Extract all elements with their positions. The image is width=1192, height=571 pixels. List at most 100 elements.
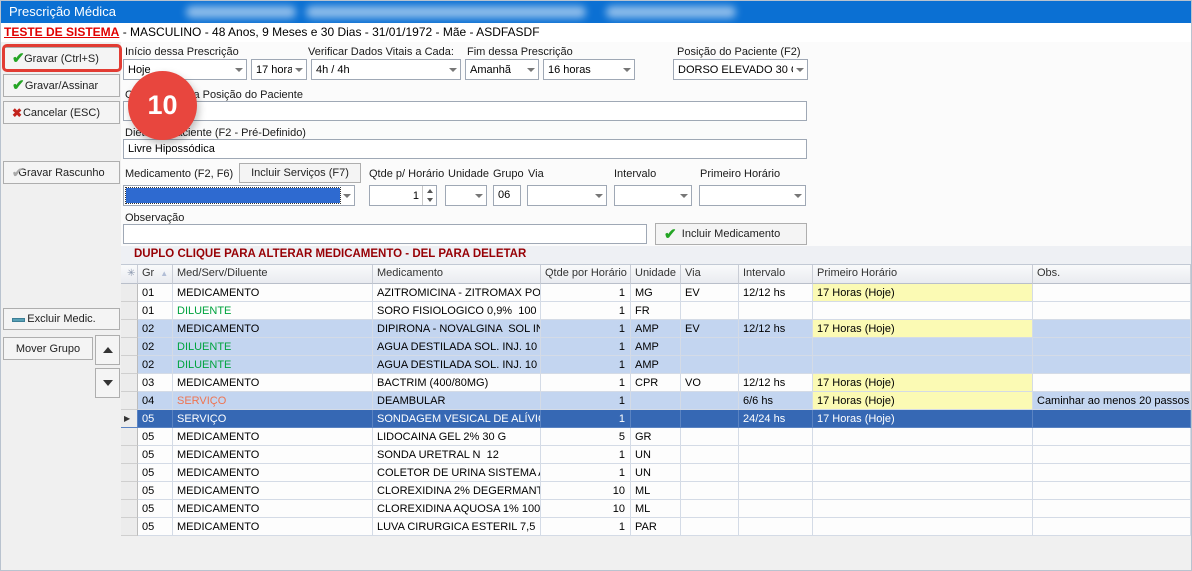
minus-icon (12, 318, 25, 322)
cell-medicamento: DIPIRONA - NOVALGINA SOL INJ 500 MG/ML 2 (373, 320, 541, 338)
table-row[interactable]: 05MEDICAMENTOCOLETOR DE URINA SISTEMA AB… (121, 464, 1191, 482)
cell-medicamento: LIDOCAINA GEL 2% 30 G (373, 428, 541, 446)
chevron-down-icon (620, 68, 634, 72)
fim-day-select[interactable]: Amanhã (465, 59, 539, 80)
cell-obs (1033, 446, 1191, 464)
cell-intervalo: 6/6 hs (739, 392, 813, 410)
cell-medicamento: AZITROMICINA - ZITROMAX PO INJ. 500 MG (373, 284, 541, 302)
qtde-stepper[interactable]: 1 (369, 185, 437, 206)
titlebar-blurred-text (606, 6, 736, 18)
cell-gr: 04 (138, 392, 173, 410)
table-row[interactable]: 02MEDICAMENTODIPIRONA - NOVALGINA SOL IN… (121, 320, 1191, 338)
column-header-unidade[interactable]: Unidade (631, 265, 681, 284)
check-icon: ✔ (12, 51, 25, 66)
fim-time-select[interactable]: 16 horas (543, 59, 635, 80)
incluir-medicamento-button[interactable]: ✔ Incluir Medicamento (655, 223, 807, 245)
column-header-qtde[interactable]: Qtde por Horário (541, 265, 631, 284)
cell-tipo: MEDICAMENTO (173, 284, 373, 302)
cell-medicamento: DEAMBULAR (373, 392, 541, 410)
cell-intervalo (739, 518, 813, 536)
move-group-up-button[interactable] (95, 335, 120, 365)
table-row[interactable]: 05MEDICAMENTOLIDOCAINA GEL 2% 30 G5GR (121, 428, 1191, 446)
column-header-medicamento[interactable]: Medicamento (373, 265, 541, 284)
cell-indicator (121, 482, 138, 500)
app-window: Prescrição Médica TESTE DE SISTEMA - MAS… (0, 0, 1192, 571)
save-sign-button[interactable]: ✔ Gravar/Assinar (3, 74, 120, 97)
medicamento-value (126, 188, 340, 203)
unidade-label: Unidade (448, 168, 489, 180)
vitais-select[interactable]: 4h / 4h (311, 59, 461, 80)
obs-posicao-input[interactable] (123, 101, 807, 121)
observacao-input[interactable] (123, 224, 647, 244)
cell-gr: 03 (138, 374, 173, 392)
posicao-select[interactable]: DORSO ELEVADO 30 G (673, 59, 808, 80)
save-button[interactable]: ✔ Gravar (Ctrl+S) (3, 47, 120, 70)
chevron-down-icon (677, 194, 691, 198)
table-row[interactable]: 05MEDICAMENTOSONDA URETRAL N 121UN (121, 446, 1191, 464)
cell-primeiro-horario: 17 Horas (Hoje) (813, 392, 1033, 410)
inicio-time-select[interactable]: 17 horas (251, 59, 307, 80)
cell-tipo: MEDICAMENTO (173, 464, 373, 482)
cell-medicamento: SORO FISIOLOGICO 0,9% 100 ML (373, 302, 541, 320)
incluir-servicos-button[interactable]: Incluir Serviços (F7) (239, 163, 361, 183)
move-group-button[interactable]: Mover Grupo (3, 337, 93, 360)
cell-via (681, 428, 739, 446)
table-row[interactable]: 02DILUENTEAGUA DESTILADA SOL. INJ. 10 ML… (121, 356, 1191, 374)
grid-header: ✳ Gr▲ Med/Serv/Diluente Medicamento Qtde… (121, 265, 1191, 284)
cell-unidade: AMP (631, 338, 681, 356)
cell-qtde: 1 (541, 446, 631, 464)
spin-down-icon[interactable] (423, 196, 436, 206)
cell-qtde: 1 (541, 284, 631, 302)
medicamento-label: Medicamento (F2, F6) (125, 168, 233, 180)
column-header-gr[interactable]: Gr▲ (138, 265, 173, 284)
cell-primeiro-horario (813, 356, 1033, 374)
chevron-down-icon (340, 194, 354, 198)
cell-intervalo (739, 446, 813, 464)
primeiro-horario-select[interactable] (699, 185, 806, 206)
chevron-down-icon (292, 68, 306, 72)
table-row[interactable]: 05MEDICAMENTOCLOREXIDINA 2% DEGERMANTE10… (121, 482, 1191, 500)
column-header-intervalo[interactable]: Intervalo (739, 265, 813, 284)
vitais-label: Verificar Dados Vitais a Cada: (308, 46, 454, 58)
cell-unidade: AMP (631, 356, 681, 374)
move-group-down-button[interactable] (95, 368, 120, 398)
column-header-via[interactable]: Via (681, 265, 739, 284)
cell-primeiro-horario (813, 338, 1033, 356)
table-row[interactable]: 03MEDICAMENTOBACTRIM (400/80MG)1CPRVO12/… (121, 374, 1191, 392)
medicamento-select[interactable] (123, 185, 355, 206)
cell-unidade: CPR (631, 374, 681, 392)
cell-tipo: MEDICAMENTO (173, 500, 373, 518)
table-row[interactable]: 05MEDICAMENTOLUVA CIRURGICA ESTERIL 7,51… (121, 518, 1191, 536)
spin-up-icon[interactable] (423, 186, 436, 196)
cancel-button[interactable]: ✖ Cancelar (ESC) (3, 101, 120, 124)
cell-primeiro-horario (813, 446, 1033, 464)
table-row[interactable]: ▶05SERVIÇOSONDAGEM VESICAL DE ALÍVIO124/… (121, 410, 1191, 428)
table-row[interactable]: 04SERVIÇODEAMBULAR16/6 hs17 Horas (Hoje)… (121, 392, 1191, 410)
table-row[interactable]: 05MEDICAMENTOCLOREXIDINA AQUOSA 1% 100ML… (121, 500, 1191, 518)
column-header-primeiro-horario[interactable]: Primeiro Horário (813, 265, 1033, 284)
intervalo-select[interactable] (614, 185, 692, 206)
cell-gr: 01 (138, 284, 173, 302)
dieta-input[interactable]: Livre Hipossódica (123, 139, 807, 159)
cell-indicator (121, 446, 138, 464)
cell-unidade: FR (631, 302, 681, 320)
column-header-tipo[interactable]: Med/Serv/Diluente (173, 265, 373, 284)
via-select[interactable] (527, 185, 607, 206)
cell-qtde: 1 (541, 356, 631, 374)
patient-info-bar: TESTE DE SISTEMA - MASCULINO - 48 Anos, … (1, 23, 1191, 42)
asterisk-icon: ✳ (125, 268, 135, 279)
annotation-step-number: 10 (147, 90, 177, 121)
cell-unidade: MG (631, 284, 681, 302)
save-draft-button[interactable]: ✔ Gravar Rascunho (3, 161, 120, 184)
column-header-obs[interactable]: Obs. (1033, 265, 1191, 284)
grupo-input[interactable]: 06 (493, 185, 521, 206)
table-row[interactable]: 01MEDICAMENTOAZITROMICINA - ZITROMAX PO … (121, 284, 1191, 302)
grid-corner-cell[interactable]: ✳ (121, 265, 138, 284)
unidade-select[interactable] (445, 185, 487, 206)
table-row[interactable]: 02DILUENTEAGUA DESTILADA SOL. INJ. 10 ML… (121, 338, 1191, 356)
check-icon: ✔ (12, 78, 25, 93)
table-row[interactable]: 01DILUENTESORO FISIOLOGICO 0,9% 100 ML1F… (121, 302, 1191, 320)
delete-med-button[interactable]: Excluir Medic. (3, 308, 120, 330)
cell-qtde: 1 (541, 302, 631, 320)
cell-primeiro-horario (813, 464, 1033, 482)
